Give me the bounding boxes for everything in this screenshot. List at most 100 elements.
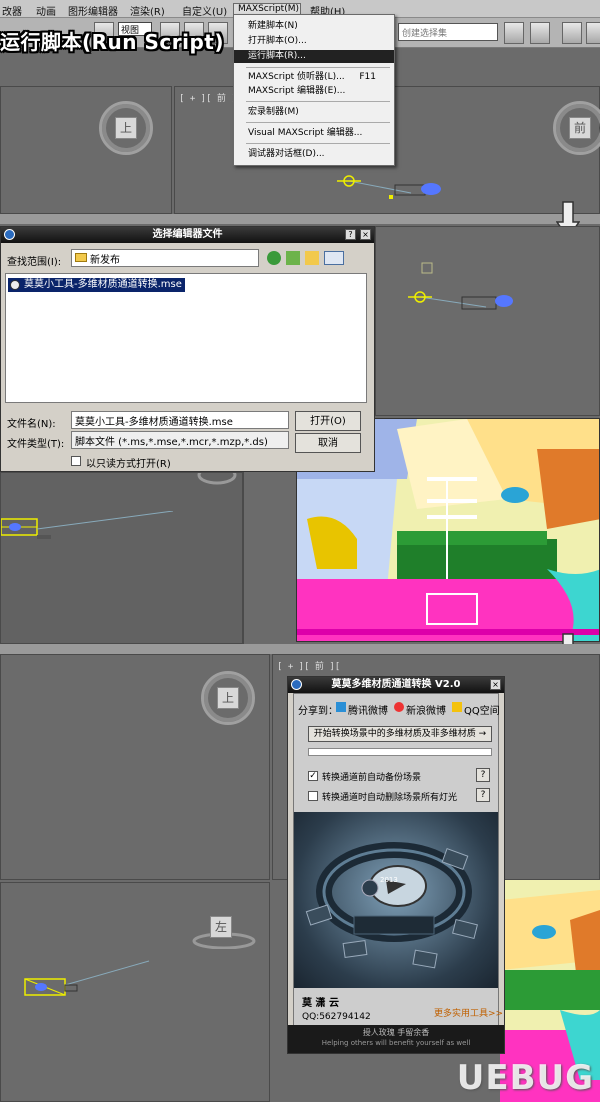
new-folder-icon[interactable] bbox=[305, 251, 319, 265]
section-divider bbox=[0, 214, 600, 224]
viewcube-face: 左 bbox=[210, 916, 232, 938]
plugin-body: 分享到： 腾讯微博 新浪微博 QQ空间 开始转换场景中的多维材质及非多维材质 →… bbox=[293, 693, 503, 1047]
backup-scene-label: 转换通道前自动备份场景 bbox=[322, 773, 422, 783]
menu-shortcut: F11 bbox=[359, 72, 376, 82]
viewcube[interactable]: 左 bbox=[192, 903, 256, 957]
share-tencent-link[interactable]: 腾讯微博 bbox=[348, 702, 388, 717]
dialog-title: 选择编辑器文件 bbox=[1, 227, 374, 243]
filename-label: 文件名(N): bbox=[7, 419, 56, 430]
menu-animation[interactable]: 动画 bbox=[36, 3, 56, 18]
filetype-select[interactable]: 脚本文件 (*.ms,*.mse,*.mcr,*.mzp,*.ds) bbox=[71, 431, 289, 449]
look-in-select[interactable]: 新发布 bbox=[71, 249, 259, 267]
viewport-label[interactable]: [ + ][ 前 ][ bbox=[277, 659, 340, 672]
author-name: 莫 潇 云 bbox=[302, 998, 339, 1009]
up-folder-icon[interactable] bbox=[286, 251, 300, 265]
help-icon[interactable]: ? bbox=[345, 229, 356, 240]
gear-machine-artwork bbox=[305, 842, 478, 969]
menu-modifiers[interactable]: 改器 bbox=[2, 3, 22, 18]
progress-bar bbox=[308, 748, 492, 756]
viewport-top-2[interactable]: 上 bbox=[0, 654, 270, 880]
menu-item-label: 运行脚本(R)... bbox=[248, 51, 306, 61]
menu-item-label: Visual MAXScript 编辑器... bbox=[248, 128, 363, 138]
plugin-artwork: 2013 bbox=[294, 812, 498, 988]
readonly-label: 以只读方式打开(R) bbox=[86, 459, 171, 470]
backup-scene-checkbox[interactable]: ✓ bbox=[308, 771, 318, 781]
help-button[interactable]: ? bbox=[476, 768, 490, 782]
logo-year-badge: 2013 bbox=[380, 876, 398, 884]
script-file-icon bbox=[10, 280, 20, 290]
share-qzone-link[interactable]: QQ空间 bbox=[464, 702, 500, 717]
app-logo-icon bbox=[4, 229, 15, 240]
viewcube-face: 上 bbox=[217, 687, 239, 709]
look-in-value: 新发布 bbox=[90, 255, 120, 266]
menu-item-listener[interactable]: MAXScript 侦听器(L)... F11 bbox=[234, 71, 394, 84]
viewport-left[interactable] bbox=[0, 472, 243, 644]
menu-item-visual-maxscript[interactable]: Visual MAXScript 编辑器... bbox=[234, 127, 394, 140]
file-item[interactable]: 莫莫小工具-多维材质通道转换.mse bbox=[8, 278, 185, 292]
named-selection-set-input[interactable]: 创建选择集 bbox=[398, 23, 498, 41]
delete-lights-checkbox[interactable] bbox=[308, 791, 318, 801]
file-item-name: 莫莫小工具-多维材质通道转换.mse bbox=[24, 279, 182, 290]
menu-separator bbox=[246, 122, 390, 123]
viewcube[interactable]: 上 bbox=[99, 101, 153, 155]
menu-item-macro-recorder[interactable]: 宏录制器(M) bbox=[234, 106, 394, 119]
camera-gizmo bbox=[24, 960, 150, 996]
filetype-label: 文件类型(T): bbox=[7, 439, 65, 450]
delete-lights-label: 转换通道时自动删除场景所有灯光 bbox=[322, 793, 458, 803]
menu-item-new-script[interactable]: 新建脚本(N) bbox=[234, 20, 394, 33]
tencent-weibo-icon[interactable] bbox=[336, 702, 346, 712]
layer-icon[interactable] bbox=[562, 22, 582, 44]
qzone-icon[interactable] bbox=[452, 702, 462, 712]
menu-item-open-script[interactable]: 打开脚本(O)... bbox=[234, 35, 394, 48]
more-tools-link[interactable]: 更多实用工具>> bbox=[434, 1006, 503, 1019]
select-editor-file-dialog: 选择编辑器文件 ? × 查找范围(I): 新发布 莫莫小工具-多维材质通道转换.… bbox=[0, 226, 375, 472]
menu-item-label: 调试器对话框(D)... bbox=[248, 149, 325, 159]
help-button[interactable]: ? bbox=[476, 788, 490, 802]
app-logo-icon bbox=[291, 679, 302, 690]
plugin-window: 莫莫多维材质通道转换 V2.0 × 分享到： 腾讯微博 新浪微博 QQ空间 开始… bbox=[287, 676, 505, 1054]
menu-item-debugger[interactable]: 调试器对话框(D)... bbox=[234, 148, 394, 161]
convert-button[interactable]: 开始转换场景中的多维材质及非多维材质 → bbox=[308, 726, 492, 742]
plugin-footer: 授人玫瑰 手留余香 Helping others will benefit yo… bbox=[288, 1025, 504, 1053]
close-icon[interactable]: × bbox=[490, 679, 501, 690]
menu-customize[interactable]: 自定义(U) bbox=[182, 3, 227, 18]
cancel-button[interactable]: 取消 bbox=[295, 433, 361, 453]
menu-item-label: 宏录制器(M) bbox=[248, 107, 299, 117]
back-icon[interactable] bbox=[267, 251, 281, 265]
align-icon[interactable] bbox=[530, 22, 550, 44]
viewcube[interactable]: 前 bbox=[553, 101, 600, 155]
mirror-icon[interactable] bbox=[504, 22, 524, 44]
viewport-front-2[interactable] bbox=[375, 226, 600, 416]
menu-rendering[interactable]: 渲染(R) bbox=[130, 3, 165, 18]
screenshot-page: 改器 动画 图形编辑器 渲染(R) 自定义(U) 帮助(H) 视图 创建选择集 … bbox=[0, 0, 600, 1102]
camera-gizmo bbox=[1, 511, 174, 539]
plugin-title: 莫莫多维材质通道转换 V2.0 bbox=[288, 677, 504, 693]
viewport-top-left[interactable]: 上 bbox=[0, 86, 172, 214]
viewcube[interactable]: 上 bbox=[201, 671, 255, 725]
share-sina-link[interactable]: 新浪微博 bbox=[406, 702, 446, 717]
step-banner: 运行脚本(Run Script) bbox=[0, 30, 224, 54]
view-menu-icon[interactable] bbox=[324, 251, 344, 265]
toolbar-button[interactable] bbox=[586, 22, 600, 44]
menu-separator bbox=[246, 67, 390, 68]
open-button[interactable]: 打开(O) bbox=[295, 411, 361, 431]
section-divider bbox=[0, 644, 600, 654]
footer-english: Helping others will benefit yourself as … bbox=[321, 1039, 471, 1047]
menu-separator bbox=[246, 101, 390, 102]
menu-item-run-script[interactable]: 运行脚本(R)... bbox=[234, 50, 394, 63]
close-icon[interactable]: × bbox=[360, 229, 371, 240]
viewcube-face: 上 bbox=[115, 117, 137, 139]
footer-chinese: 授人玫瑰 手留余香 bbox=[362, 1028, 430, 1037]
viewport-left-2[interactable]: 左 bbox=[0, 882, 270, 1102]
menu-item-label: 打开脚本(O)... bbox=[248, 36, 307, 46]
menu-graph-editors[interactable]: 图形编辑器 bbox=[68, 3, 118, 18]
menu-item-label: 新建脚本(N) bbox=[248, 21, 298, 31]
filename-input[interactable]: 莫莫小工具-多维材质通道转换.mse bbox=[71, 411, 289, 429]
file-list[interactable]: 莫莫小工具-多维材质通道转换.mse bbox=[5, 273, 367, 403]
maxscript-menu: 新建脚本(N) 打开脚本(O)... 运行脚本(R)... MAXScript … bbox=[233, 14, 395, 166]
menu-item-editor[interactable]: MAXScript 编辑器(E)... bbox=[234, 85, 394, 98]
readonly-checkbox[interactable] bbox=[71, 456, 81, 466]
sina-weibo-icon[interactable] bbox=[394, 702, 404, 712]
look-in-label: 查找范围(I): bbox=[7, 257, 62, 268]
viewcube-ring bbox=[197, 473, 237, 485]
